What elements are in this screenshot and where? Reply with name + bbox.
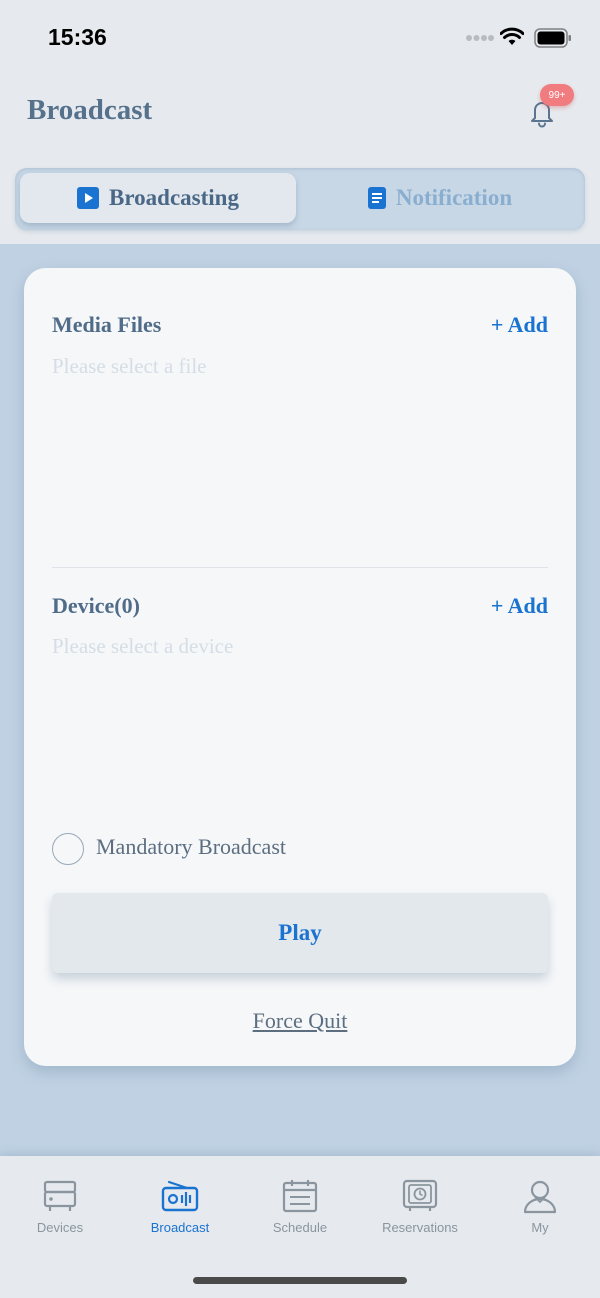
- add-media-button[interactable]: + Add: [491, 312, 548, 338]
- force-quit-link[interactable]: Force Quit: [24, 1008, 576, 1034]
- tab-notification[interactable]: Notification: [300, 173, 580, 223]
- device-title: Device(0): [52, 593, 140, 618]
- mandatory-broadcast-label[interactable]: Mandatory Broadcast: [96, 834, 286, 860]
- radio-icon: [161, 1180, 199, 1212]
- nav-item-my[interactable]: My: [480, 1178, 600, 1238]
- nav-label-reservations: Reservations: [382, 1220, 458, 1235]
- device-placeholder[interactable]: Please select a device: [52, 634, 233, 659]
- nav-item-reservations[interactable]: Reservations: [360, 1178, 480, 1238]
- document-icon: [367, 187, 386, 209]
- media-placeholder[interactable]: Please select a file: [52, 354, 207, 379]
- top-region: 15:36 Broadcast 99+ Broadcasting Notific…: [0, 0, 600, 244]
- tab-notification-label: Notification: [395, 185, 513, 210]
- wifi-icon: [500, 27, 524, 45]
- nav-item-schedule[interactable]: Schedule: [240, 1178, 360, 1238]
- broadcast-card: Media Files + Add Please select a file D…: [24, 268, 576, 1066]
- play-square-icon: [77, 187, 100, 209]
- add-device-button[interactable]: + Add: [491, 593, 548, 619]
- bottom-nav: Devices Broadcast Schedule Reservations …: [0, 1156, 600, 1298]
- home-indicator: [193, 1277, 407, 1284]
- nav-label-broadcast: Broadcast: [150, 1220, 210, 1235]
- battery-icon: [534, 28, 571, 48]
- cellular-signal-icon: [466, 35, 494, 41]
- page-title: Broadcast: [27, 94, 153, 126]
- nav-label-my: My: [531, 1220, 549, 1235]
- play-button[interactable]: Play: [52, 893, 548, 973]
- status-time: 15:36: [48, 24, 107, 50]
- safe-clock-icon: [402, 1179, 438, 1211]
- nav-label-schedule: Schedule: [272, 1220, 328, 1235]
- tab-bar: Broadcasting Notification: [15, 168, 585, 230]
- device-icon: [43, 1180, 77, 1211]
- mandatory-broadcast-radio[interactable]: [52, 833, 84, 865]
- tab-broadcasting[interactable]: Broadcasting: [20, 173, 296, 223]
- nav-item-broadcast[interactable]: Broadcast: [120, 1178, 240, 1238]
- notification-badge: 99+: [540, 84, 574, 106]
- media-files-title: Media Files: [52, 312, 162, 337]
- nav-label-devices: Devices: [36, 1220, 84, 1235]
- calendar-icon: [282, 1180, 318, 1213]
- status-bar: 15:36: [0, 0, 600, 76]
- section-divider: [52, 567, 548, 568]
- user-icon: [523, 1180, 557, 1214]
- nav-item-devices[interactable]: Devices: [0, 1178, 120, 1238]
- tab-broadcasting-label: Broadcasting: [109, 185, 239, 210]
